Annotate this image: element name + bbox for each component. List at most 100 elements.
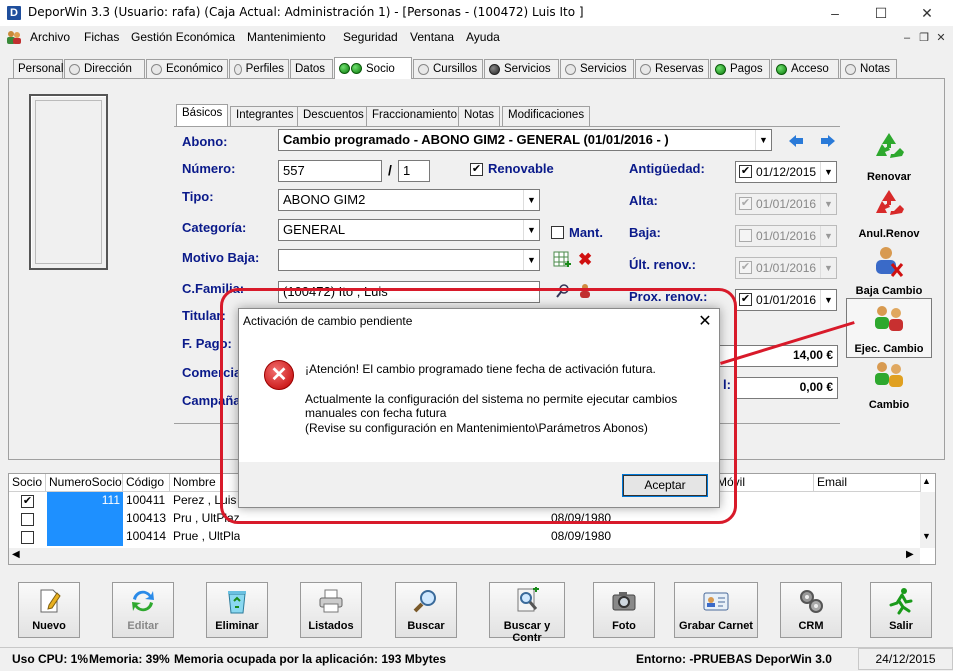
tipo-select[interactable]: ABONO GIM2 ▼ — [278, 189, 540, 211]
tab-perfiles[interactable]: Perfiles — [229, 59, 289, 78]
tab-reservas[interactable]: Reservas — [635, 59, 709, 78]
maximize-button[interactable]: ☐ — [858, 0, 904, 26]
grid-header-numero[interactable]: NumeroSocio — [46, 474, 123, 492]
scroll-left-icon[interactable]: ◀ — [12, 549, 20, 560]
users-icon — [875, 362, 903, 387]
menu-fichas[interactable]: Fichas — [84, 30, 119, 44]
photo-frame[interactable] — [29, 94, 108, 270]
menu-seguridad[interactable]: Seguridad — [343, 30, 398, 44]
crm-gears-icon — [800, 590, 823, 613]
grid-header-socio[interactable]: Socio — [9, 474, 46, 492]
recycle-bin-icon — [228, 591, 246, 614]
baja-cambio-label: Baja Cambio — [855, 285, 923, 297]
eliminar-label: Eliminar — [215, 620, 259, 632]
buscar-button[interactable]: Buscar — [395, 582, 457, 638]
arrow-left-icon[interactable] — [788, 134, 804, 148]
row-codigo-cell[interactable]: 100413 — [123, 510, 170, 528]
tab-direccion[interactable]: Dirección — [64, 59, 145, 78]
listados-label: Listados — [308, 620, 354, 632]
magnifier-icon — [413, 590, 436, 613]
tab-socio[interactable]: Socio — [334, 57, 412, 79]
tab-personal[interactable]: Personal — [13, 59, 63, 78]
salir-button[interactable]: Salir — [870, 582, 932, 638]
mant-checkbox[interactable] — [551, 226, 564, 239]
horizontal-scrollbar[interactable] — [9, 548, 920, 564]
foto-label: Foto — [612, 620, 636, 632]
numero-sub-input[interactable]: 1 — [398, 160, 430, 182]
row-numero-cell[interactable] — [47, 528, 123, 546]
tab-pagos[interactable]: Pagos — [710, 59, 770, 78]
scroll-down-icon[interactable]: ▼ — [922, 531, 931, 541]
scroll-right-icon[interactable]: ▶ — [906, 549, 914, 560]
users-exchange-icon — [875, 306, 903, 331]
menu-ventana[interactable]: Ventana — [410, 30, 454, 44]
app-memory-status: Memoria ocupada por la aplicación: 193 M… — [174, 652, 447, 666]
numero-input[interactable]: 557 — [278, 160, 382, 182]
users-menu-icon[interactable] — [6, 29, 22, 45]
minimize-button[interactable]: – — [812, 0, 858, 26]
menu-ayuda[interactable]: Ayuda — [466, 30, 500, 44]
prox-renov-date[interactable]: ✔ 01/01/2016 ▼ — [735, 289, 837, 311]
tab-economico[interactable]: Económico — [146, 59, 228, 78]
motivo-baja-select[interactable]: ▼ — [278, 249, 540, 271]
grid-add-icon[interactable] — [553, 251, 571, 269]
mdi-minimize-button[interactable]: – — [900, 31, 914, 45]
baja-cambio-button[interactable]: Baja Cambio — [844, 244, 934, 297]
menu-mantenimiento[interactable]: Mantenimiento — [247, 30, 326, 44]
mdi-close-button[interactable]: ✕ — [934, 31, 948, 45]
row-codigo-cell[interactable]: 100414 — [123, 528, 170, 546]
tipo-value: ABONO GIM2 — [283, 192, 366, 207]
row-fecha-cell[interactable]: 08/09/1980 — [548, 528, 628, 546]
cambio-button[interactable]: Cambio — [844, 358, 934, 411]
scroll-up-icon[interactable]: ▲ — [922, 476, 931, 486]
row-socio-checkbox[interactable]: ✔ — [21, 495, 34, 508]
prox-renov-checkbox[interactable]: ✔ — [739, 293, 752, 306]
tab-servicios-2[interactable]: Servicios — [560, 59, 634, 78]
menu-gestion-economica[interactable]: Gestión Económica — [131, 30, 235, 44]
categoria-select[interactable]: GENERAL ▼ — [278, 219, 540, 241]
tab-label: Servicios — [580, 63, 627, 75]
menu-archivo[interactable]: Archivo — [30, 30, 70, 44]
ejec-cambio-button[interactable]: Ejec. Cambio — [844, 302, 934, 355]
anul-renov-button[interactable]: Anul.Renov — [844, 187, 934, 240]
tab-servicios-1[interactable]: Servicios — [484, 59, 559, 78]
tab-notas[interactable]: Notas — [840, 59, 897, 78]
importe2-input[interactable]: 0,00 € — [735, 377, 838, 399]
antiguedad-checkbox[interactable]: ✔ — [739, 165, 752, 178]
tab-basicos[interactable]: Básicos — [176, 104, 229, 127]
grabar-carnet-button[interactable]: Grabar Carnet — [674, 582, 758, 638]
row-codigo-cell[interactable]: 100411 — [123, 492, 170, 510]
tab-integrantes[interactable]: Integrantes — [230, 106, 300, 126]
editar-button[interactable]: Editar — [112, 582, 174, 638]
foto-button[interactable]: Foto — [593, 582, 655, 638]
delete-icon[interactable]: ✖ — [578, 250, 592, 270]
tab-datos[interactable]: Datos — [290, 59, 333, 78]
crm-button[interactable]: CRM — [780, 582, 842, 638]
nuevo-button[interactable]: Nuevo — [18, 582, 80, 638]
tab-cursillos[interactable]: Cursillos — [413, 59, 483, 78]
row-socio-checkbox[interactable] — [21, 513, 34, 526]
mdi-restore-button[interactable]: ❐ — [917, 31, 931, 45]
tab-modificaciones[interactable]: Modificaciones — [502, 106, 591, 126]
eliminar-button[interactable]: Eliminar — [206, 582, 268, 638]
renovable-checkbox[interactable]: ✔ — [470, 163, 483, 176]
row-nombre-cell[interactable]: Prue , UltPlaz — [170, 528, 240, 546]
row-numero-cell[interactable]: 111 — [47, 492, 123, 510]
row-socio-checkbox[interactable] — [21, 531, 34, 544]
tab-acceso[interactable]: Acceso — [771, 59, 839, 78]
grid-header-email[interactable]: Email — [814, 474, 921, 492]
buscar-contr-button[interactable]: Buscar y Contr — [489, 582, 565, 644]
grid-header-codigo[interactable]: Código — [123, 474, 170, 492]
renovar-button[interactable]: Renovar — [844, 130, 934, 183]
tab-descuentos[interactable]: Descuentos — [297, 106, 370, 126]
listados-button[interactable]: Listados — [300, 582, 362, 638]
tab-notas-abono[interactable]: Notas — [458, 106, 501, 126]
row-numero-cell[interactable] — [47, 510, 123, 528]
close-button[interactable]: ✕ — [904, 0, 950, 26]
arrow-right-icon[interactable] — [820, 134, 836, 148]
abono-select[interactable]: Cambio programado - ABONO GIM2 - GENERAL… — [278, 129, 772, 151]
prox-renov-value: 01/01/2016 — [756, 293, 817, 307]
tab-fraccionamiento[interactable]: Fraccionamiento — [366, 106, 464, 126]
status-dot-green-icon — [339, 63, 350, 74]
antiguedad-date[interactable]: ✔ 01/12/2015 ▼ — [735, 161, 837, 183]
